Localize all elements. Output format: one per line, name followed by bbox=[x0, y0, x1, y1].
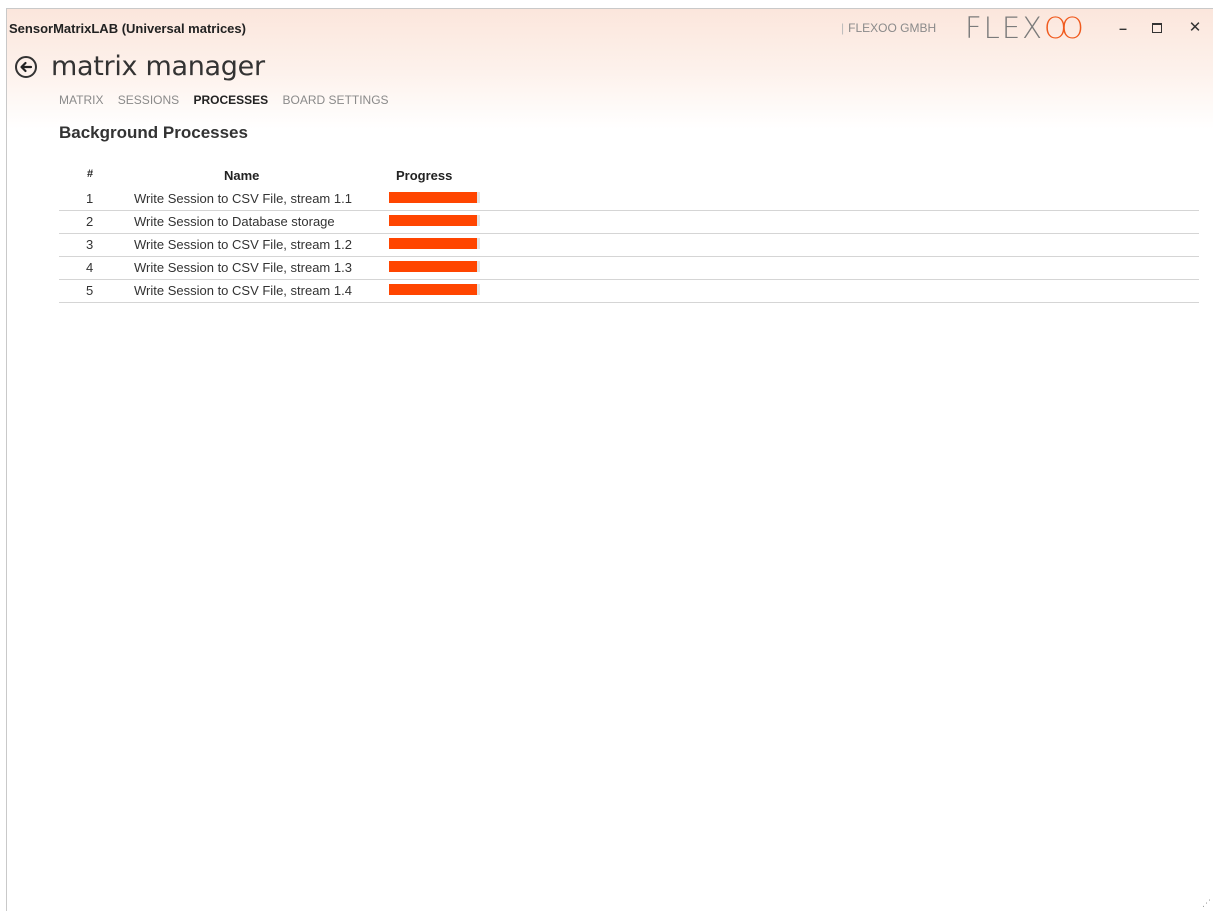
process-name: Write Session to CSV File, stream 1.3 bbox=[134, 260, 352, 275]
page-title: matrix manager bbox=[51, 51, 265, 82]
table-row[interactable]: 1 Write Session to CSV File, stream 1.1 bbox=[59, 188, 1199, 211]
close-button[interactable]: ✕ bbox=[1181, 15, 1209, 41]
tab-bar: MATRIX SESSIONS PROCESSES BOARD SETTINGS bbox=[59, 93, 400, 107]
column-header-progress[interactable]: Progress bbox=[396, 168, 452, 183]
row-number: 5 bbox=[86, 283, 94, 298]
logo-suffix: OO bbox=[1044, 11, 1084, 45]
title-bar[interactable]: SensorMatrixLAB (Universal matrices) | FL… bbox=[7, 9, 1213, 49]
process-table: # Name Progress 1 Write Session to CSV F… bbox=[59, 166, 1199, 303]
row-number: 1 bbox=[86, 191, 94, 206]
app-title: SensorMatrixLAB (Universal matrices) bbox=[9, 21, 246, 36]
flexoo-logo: FLEXOO bbox=[965, 11, 1084, 45]
process-name: Write Session to Database storage bbox=[134, 214, 335, 229]
column-header-name[interactable]: Name bbox=[224, 168, 259, 183]
progress-fill bbox=[389, 215, 478, 226]
progress-bar bbox=[389, 192, 480, 203]
resize-grip-icon[interactable]: ⋰ bbox=[1202, 898, 1211, 909]
row-number: 4 bbox=[86, 260, 94, 275]
column-header-number[interactable]: # bbox=[87, 168, 93, 180]
row-number: 3 bbox=[86, 237, 94, 252]
company-name-text: FLEXOO GMBH bbox=[848, 21, 937, 35]
progress-bar bbox=[389, 215, 480, 226]
process-name: Write Session to CSV File, stream 1.2 bbox=[134, 237, 352, 252]
tab-sessions[interactable]: SESSIONS bbox=[118, 93, 179, 107]
maximize-icon bbox=[1152, 23, 1162, 33]
tab-processes[interactable]: PROCESSES bbox=[194, 93, 269, 107]
maximize-button[interactable] bbox=[1143, 15, 1171, 41]
progress-fill bbox=[389, 238, 478, 249]
table-header: # Name Progress bbox=[59, 166, 1199, 188]
table-row[interactable]: 3 Write Session to CSV File, stream 1.2 bbox=[59, 234, 1199, 257]
back-arrow-icon bbox=[20, 61, 33, 73]
table-row[interactable]: 4 Write Session to CSV File, stream 1.3 bbox=[59, 257, 1199, 280]
process-name: Write Session to CSV File, stream 1.1 bbox=[134, 191, 352, 206]
progress-fill bbox=[389, 192, 478, 203]
app-window: SensorMatrixLAB (Universal matrices) | FL… bbox=[6, 8, 1213, 911]
process-name: Write Session to CSV File, stream 1.4 bbox=[134, 283, 352, 298]
progress-fill bbox=[389, 284, 478, 295]
table-row[interactable]: 5 Write Session to CSV File, stream 1.4 bbox=[59, 280, 1199, 303]
progress-bar bbox=[389, 284, 480, 295]
table-row[interactable]: 2 Write Session to Database storage bbox=[59, 211, 1199, 234]
row-number: 2 bbox=[86, 214, 94, 229]
progress-bar bbox=[389, 261, 480, 272]
company-name: | FLEXOO GMBH bbox=[841, 21, 937, 35]
section-title: Background Processes bbox=[59, 123, 248, 142]
logo-text: FLEX bbox=[965, 11, 1045, 45]
back-button[interactable] bbox=[15, 56, 37, 78]
tab-matrix[interactable]: MATRIX bbox=[59, 93, 103, 107]
progress-fill bbox=[389, 261, 478, 272]
progress-bar bbox=[389, 238, 480, 249]
tab-board-settings[interactable]: BOARD SETTINGS bbox=[283, 93, 389, 107]
minimize-button[interactable]: – bbox=[1109, 15, 1137, 41]
